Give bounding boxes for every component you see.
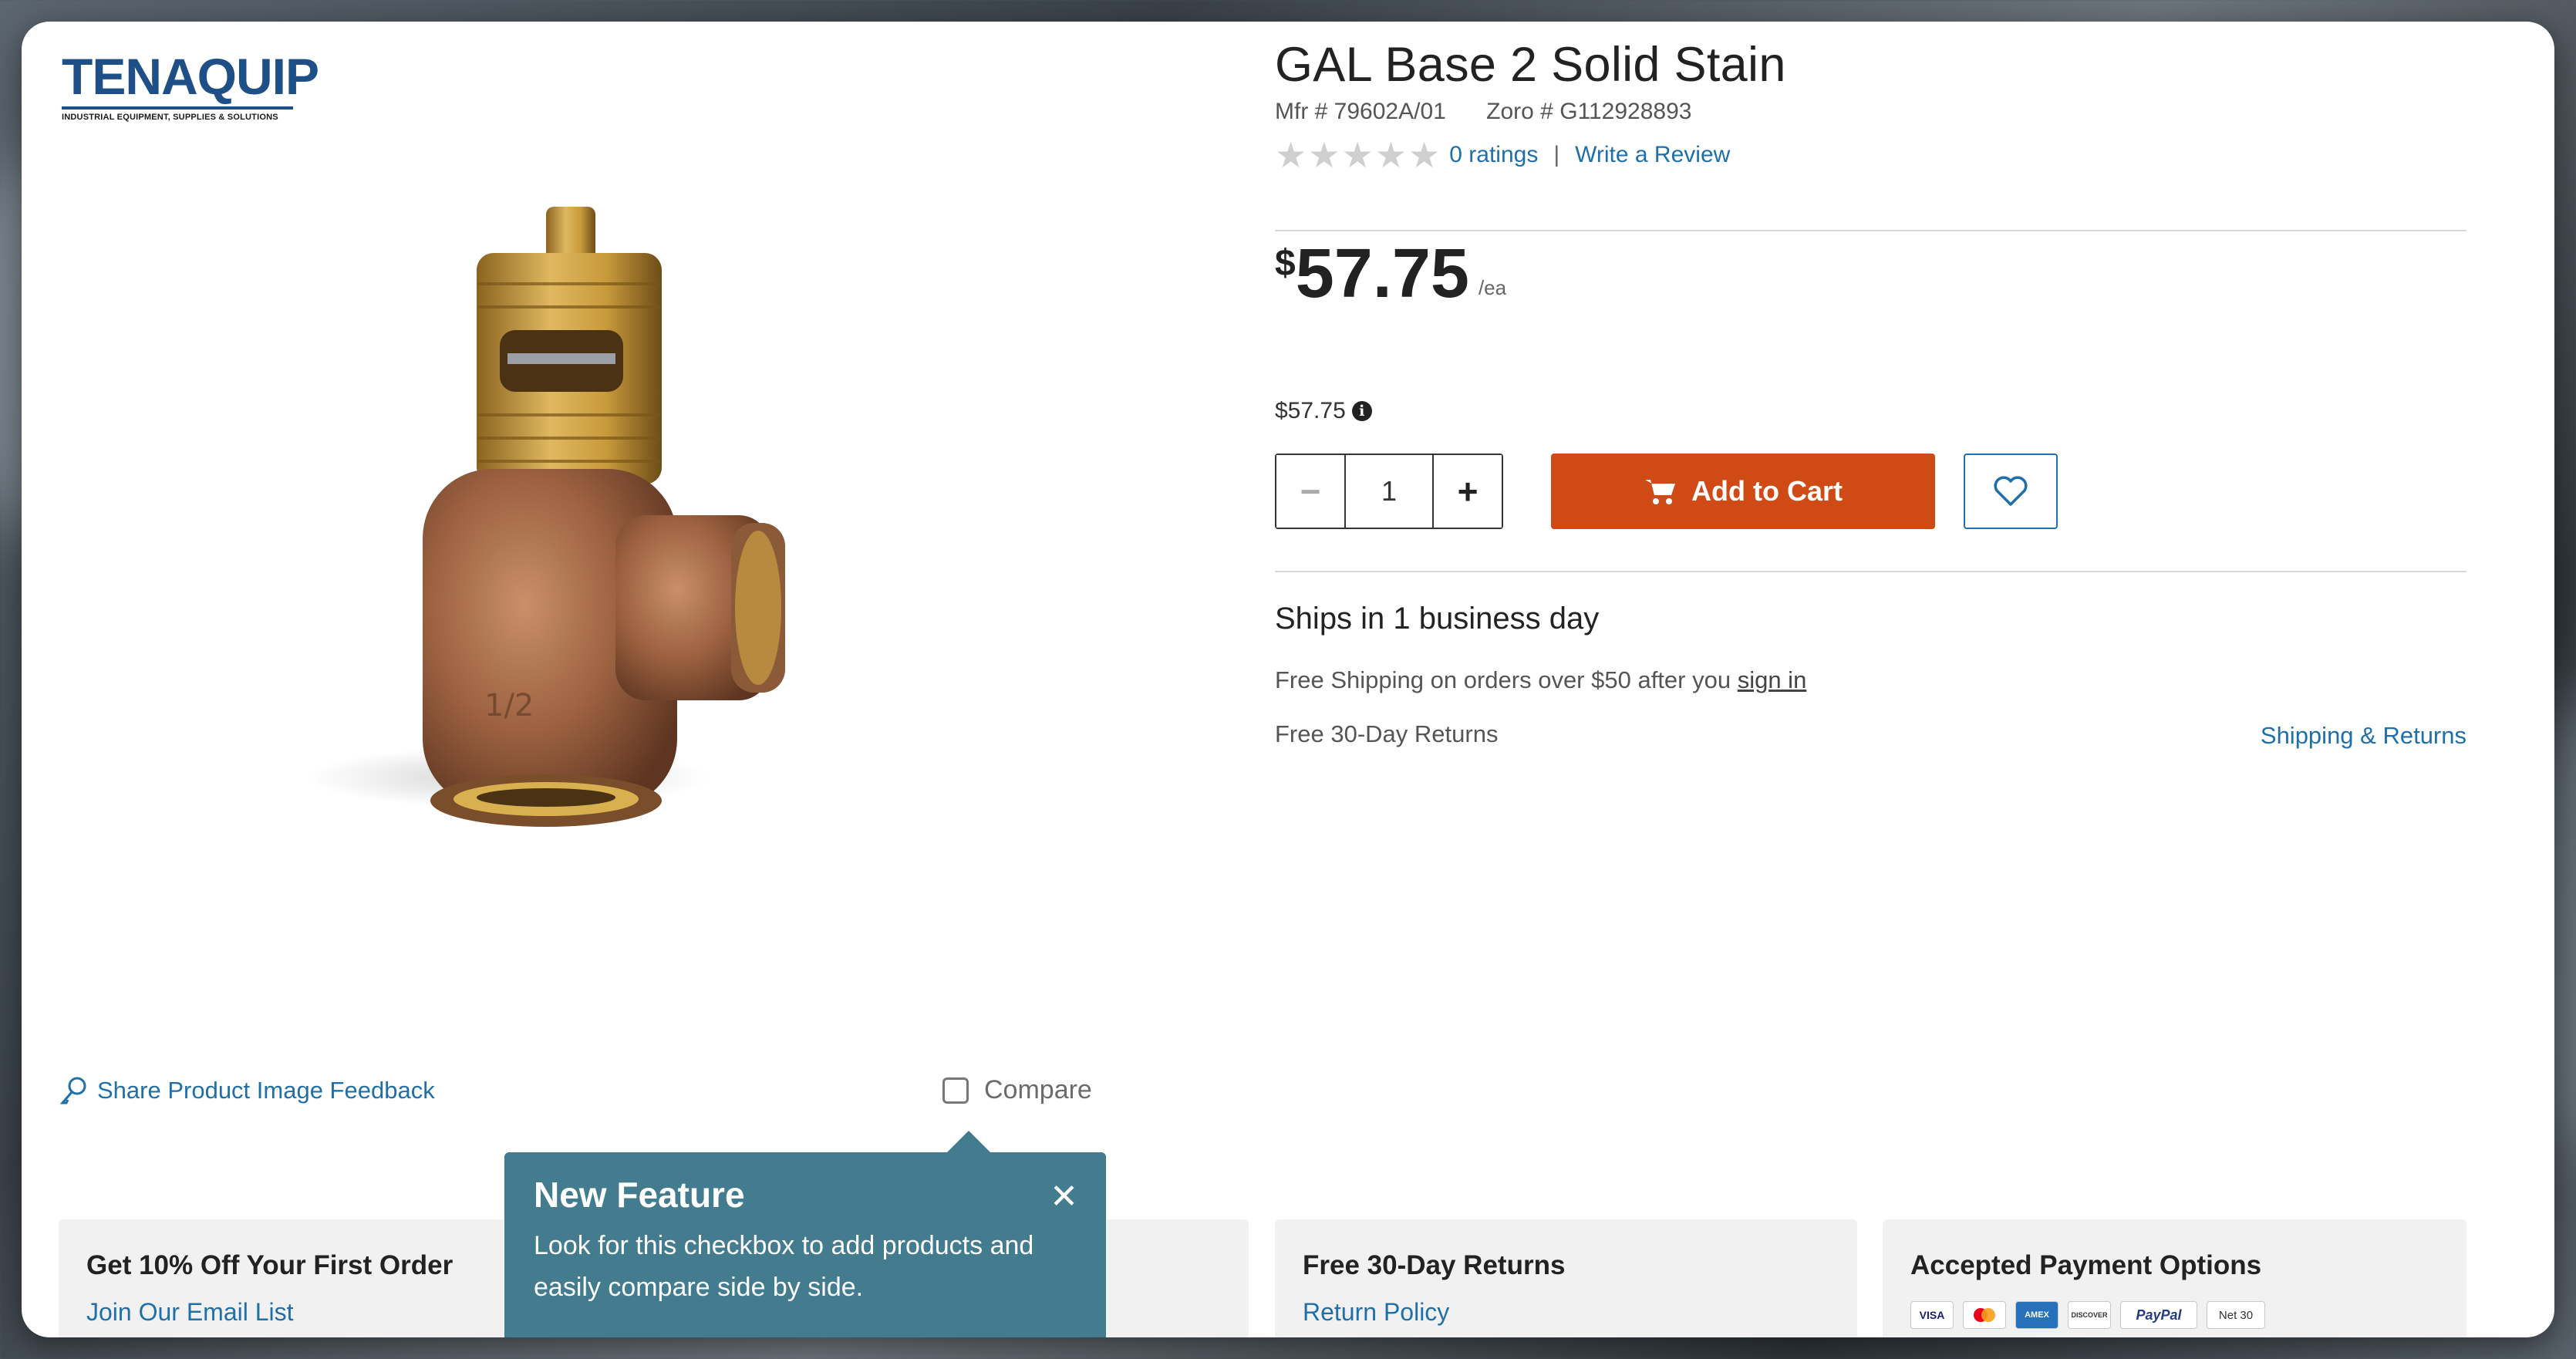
compare-checkbox[interactable] [942,1077,969,1104]
star-icon: ★ [1308,135,1340,175]
close-icon[interactable]: ✕ [1050,1180,1078,1214]
product-ids: Mfr # 79602A/01 Zoro # G112928893 [1275,99,1691,125]
free-shipping-text: Free Shipping on orders over $50 after y… [1275,666,1806,694]
product-image[interactable]: 1/2 [253,160,870,855]
star-icon: ★ [1275,135,1307,175]
visa-icon: VISA [1910,1301,1954,1329]
new-feature-tooltip: New Feature Look for this checkbox to ad… [504,1152,1106,1337]
heart-icon [1994,476,2028,506]
price-unit: /ea [1478,275,1507,299]
star-icon: ★ [1408,135,1441,175]
price-currency: $ [1275,243,1296,284]
divider [1275,571,2466,572]
payment-methods: VISA AMEX DISCOVER PayPal Net 30 [1910,1301,2439,1329]
returns-card: Free 30-Day Returns Return Policy [1275,1219,1857,1337]
mfr-number: Mfr # 79602A/01 [1275,99,1446,124]
price-amount: 57.75 [1295,235,1469,312]
logo-tagline: INDUSTRIAL EQUIPMENT, SUPPLIES & SOLUTIO… [62,113,278,122]
write-review-link[interactable]: Write a Review [1575,142,1730,168]
add-to-cart-button[interactable]: Add to Cart [1551,454,1935,529]
rating-row: ★ ★ ★ ★ ★ 0 ratings | Write a Review [1275,137,1730,173]
mastercard-icon [1963,1301,2006,1329]
wishlist-button[interactable] [1964,454,2058,529]
quantity-increase-button[interactable]: + [1432,455,1502,528]
svg-text:1/2: 1/2 [484,688,534,723]
price-main: $ 57.75 /ea [1275,238,1506,311]
free-shipping-prefix: Free Shipping on orders over $50 after y… [1275,666,1731,693]
sign-in-link[interactable]: sign in [1738,666,1807,693]
product-title: GAL Base 2 Solid Stain [1275,38,1786,92]
tenaquip-logo[interactable]: TENAQUIP INDUSTRIAL EQUIPMENT, SUPPLIES … [62,51,319,122]
returns-text: Free 30-Day Returns [1275,720,1499,747]
quantity-input[interactable]: 1 [1346,455,1432,528]
tooltip-title: New Feature [534,1175,745,1215]
star-icon: ★ [1341,135,1374,175]
shipping-returns-link[interactable]: Shipping & Returns [2261,722,2466,750]
browser-window: TENAQUIP INDUSTRIAL EQUIPMENT, SUPPLIES … [22,22,2554,1337]
compare-label: Compare [984,1075,1092,1104]
star-rating: ★ ★ ★ ★ ★ [1275,137,1440,173]
logo-wordmark: TENAQUIP [62,48,319,105]
share-feedback-label: Share Product Image Feedback [97,1077,435,1104]
feedback-icon [59,1077,86,1104]
rating-separator: | [1553,142,1560,167]
net30-icon: Net 30 [2207,1301,2265,1329]
add-to-cart-label: Add to Cart [1691,475,1843,507]
star-icon: ★ [1374,135,1407,175]
quantity-stepper: − 1 + [1275,454,1503,529]
amex-icon: AMEX [2015,1301,2058,1329]
compare-control[interactable]: Compare [942,1075,1092,1105]
quantity-decrease-button[interactable]: − [1276,455,1346,528]
zoro-number: Zoro # G112928893 [1486,99,1692,124]
info-icon[interactable]: i [1351,401,1372,421]
discover-icon: DISCOVER [2068,1301,2111,1329]
cart-icon [1645,480,1675,504]
tooltip-arrow [946,1131,992,1154]
share-image-feedback-link[interactable]: Share Product Image Feedback [59,1075,435,1106]
ships-notice: Ships in 1 business day [1275,602,1600,636]
price-secondary: $57.75 i [1275,398,1372,424]
payment-card: Accepted Payment Options VISA AMEX DISCO… [1883,1219,2466,1337]
paypal-icon: PayPal [2120,1301,2197,1329]
tooltip-body: Look for this checkbox to add products a… [534,1231,1034,1303]
payment-card-title: Accepted Payment Options [1910,1250,2262,1280]
returns-card-title: Free 30-Day Returns [1303,1250,1566,1280]
price-secondary-value: $57.75 [1275,398,1346,423]
ratings-count-link[interactable]: 0 ratings [1449,142,1538,168]
divider [1275,230,2466,231]
logo-rule [62,106,293,110]
return-policy-link[interactable]: Return Policy [1303,1298,1829,1327]
